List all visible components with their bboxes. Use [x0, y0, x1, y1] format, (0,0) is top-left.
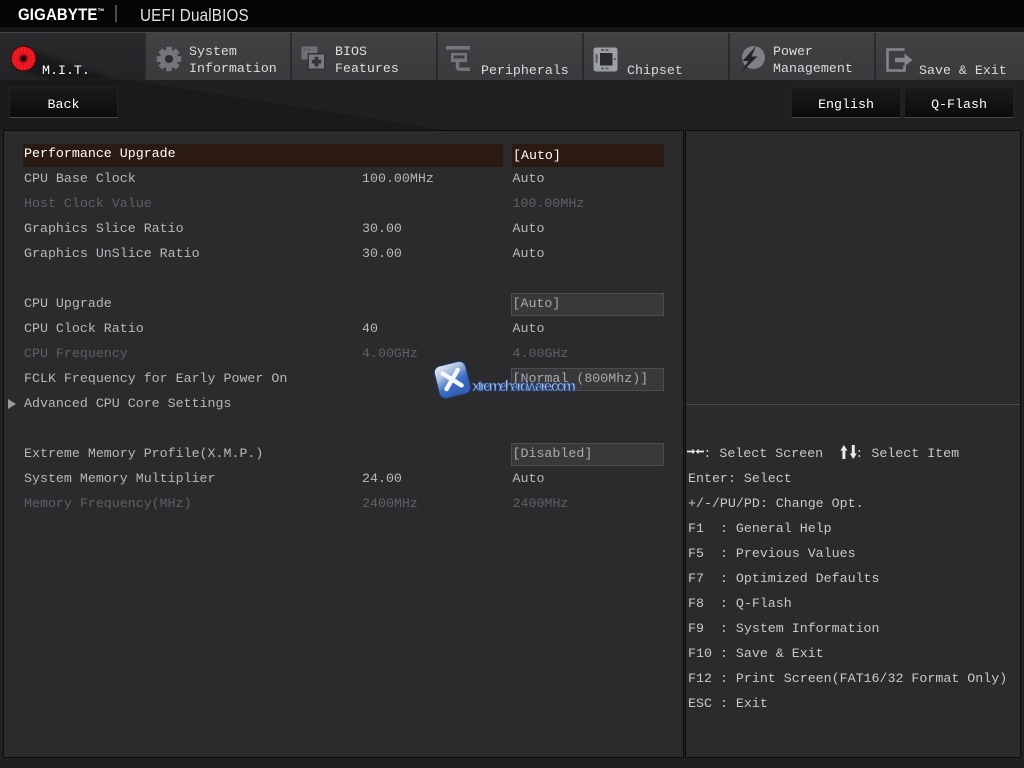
svg-text:xtremehardware.com: xtremehardware.com — [472, 378, 576, 395]
